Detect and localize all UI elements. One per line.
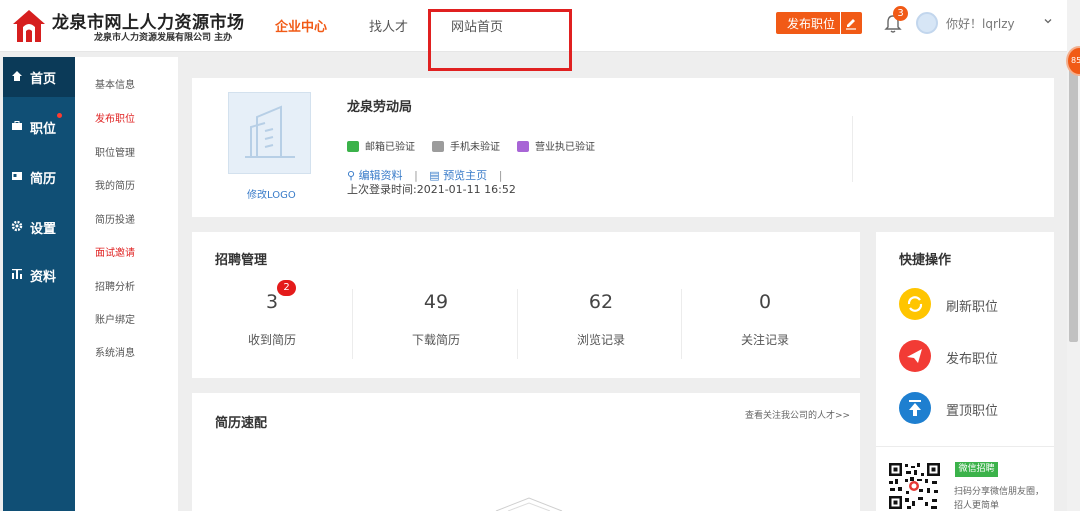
avatar[interactable]	[916, 12, 938, 34]
submenu-my-resume[interactable]: 我的简历	[95, 177, 135, 192]
sidebar-item-home[interactable]: 首页	[3, 57, 75, 97]
left-sidebar: 首页 职位 简历 设置 资料	[3, 57, 75, 511]
sidebar-item-label: 职位	[30, 122, 57, 137]
building-icon	[245, 105, 295, 158]
submenu-interview-invites[interactable]: 面试邀请	[95, 244, 135, 259]
post-job-button[interactable]: 发布职位	[776, 12, 862, 34]
follow-records-count[interactable]: 0	[705, 291, 825, 313]
submenu-recruit-analysis[interactable]: 招聘分析	[95, 278, 135, 293]
resume-notification-dot	[57, 113, 62, 118]
sidebar-item-label: 资料	[30, 270, 57, 285]
submenu-basic-info[interactable]: 基本信息	[95, 76, 135, 91]
phone-verify-label: 手机未验证	[450, 142, 500, 153]
quick-actions-title: 快捷操作	[899, 253, 952, 268]
post-job-label: 发布职位	[787, 17, 836, 31]
email-verify-status[interactable]: 邮箱已验证	[347, 138, 415, 153]
highlight-annotation-box	[428, 9, 572, 71]
mail-icon	[347, 140, 359, 152]
divider	[681, 289, 682, 359]
license-icon	[517, 140, 529, 152]
pin-top-icon[interactable]	[899, 392, 931, 424]
nav-enterprise-center[interactable]: 企业中心	[275, 16, 327, 35]
refresh-jobs-action[interactable]: 刷新职位	[946, 296, 998, 315]
license-verify-status[interactable]: 营业执已验证	[517, 138, 595, 153]
home-icon	[12, 71, 22, 81]
wechat-qr-code	[887, 461, 942, 511]
resume-match-title: 简历速配	[215, 416, 268, 431]
received-resumes-count[interactable]: 3	[212, 291, 332, 313]
wechat-share-text-2: 招人更简单	[954, 501, 1000, 511]
last-login-time: 上次登录时间:2021-01-11 16:52	[347, 183, 516, 196]
license-verify-label: 营业执已验证	[535, 142, 595, 153]
company-name: 龙泉劳动局	[347, 100, 413, 115]
change-logo-link[interactable]: 修改LOGO	[247, 186, 296, 201]
refresh-icon[interactable]	[899, 288, 931, 320]
site-subtitle: 龙泉市人力资源发展有限公司 主办	[94, 33, 233, 43]
downloaded-resumes-count[interactable]: 49	[376, 291, 496, 313]
follow-records-label[interactable]: 关注记录	[705, 331, 825, 348]
chevron-down-icon[interactable]	[1042, 15, 1054, 27]
submenu-resume-delivery[interactable]: 简历投递	[95, 211, 135, 226]
sidebar-item-label: 首页	[30, 72, 57, 87]
company-logo[interactable]	[228, 92, 311, 174]
submenu-post-job[interactable]: 发布职位	[95, 110, 135, 125]
scrollbar-thumb[interactable]	[1069, 62, 1078, 342]
sidebar-item-data[interactable]: 资料	[3, 255, 75, 295]
nav-find-talent[interactable]: 找人才	[369, 16, 408, 35]
id-card-icon	[12, 172, 22, 180]
company-profile-card	[192, 78, 1054, 217]
button-divider	[840, 12, 841, 34]
new-resumes-badge: 2	[277, 280, 296, 296]
gear-icon	[11, 220, 23, 232]
view-followers-link[interactable]: 查看关注我公司的人才>>	[745, 408, 850, 421]
submenu-system-messages[interactable]: 系统消息	[95, 344, 135, 359]
phone-icon	[432, 140, 444, 152]
phone-verify-status[interactable]: 手机未验证	[432, 138, 500, 153]
sidebar-item-settings[interactable]: 设置	[3, 207, 75, 247]
view-records-label[interactable]: 浏览记录	[541, 331, 661, 348]
user-greeting[interactable]: 你好！lqrlzy	[946, 15, 1015, 32]
submenu-job-management[interactable]: 职位管理	[95, 144, 135, 159]
wechat-recruit-tag: 微信招聘	[955, 462, 998, 477]
received-resumes-label[interactable]: 收到简历	[212, 331, 332, 348]
wechat-share-text: 扫码分享微信朋友圈，	[954, 487, 1045, 497]
paper-plane-icon[interactable]	[899, 340, 931, 372]
divider	[852, 116, 853, 182]
sidebar-item-label: 简历	[30, 172, 57, 187]
divider	[876, 446, 1054, 447]
recruit-management-title: 招聘管理	[215, 253, 268, 268]
sidebar-item-resume[interactable]: 简历	[3, 157, 75, 197]
downloaded-resumes-label[interactable]: 下载简历	[376, 331, 496, 348]
radar-chart-outline	[495, 497, 563, 511]
pencil-icon	[846, 19, 856, 30]
divider	[517, 289, 518, 359]
notification-badge: 3	[893, 6, 908, 21]
sidebar-item-label: 设置	[30, 222, 57, 237]
submenu-account-binding[interactable]: 账户绑定	[95, 311, 135, 326]
briefcase-icon	[12, 121, 22, 130]
sidebar-item-jobs[interactable]: 职位	[3, 107, 75, 147]
divider	[352, 289, 353, 359]
view-records-count[interactable]: 62	[541, 291, 661, 313]
pin-job-action[interactable]: 置顶职位	[946, 400, 998, 419]
chart-icon	[12, 269, 22, 279]
logo-icon[interactable]	[10, 7, 48, 45]
email-verify-label: 邮箱已验证	[365, 142, 415, 153]
publish-job-action[interactable]: 发布职位	[946, 348, 998, 367]
